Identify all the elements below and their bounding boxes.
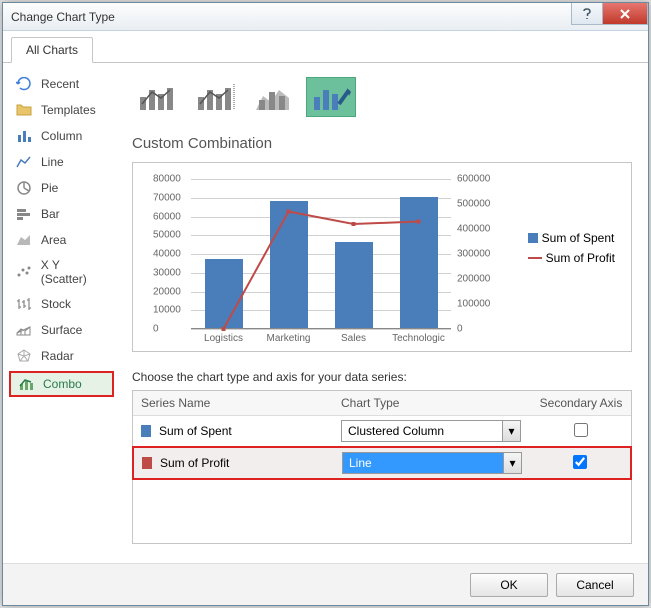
- chart-legend: Sum of Spent Sum of Profit: [528, 231, 615, 271]
- sidebar-item-templates[interactable]: Templates: [5, 97, 118, 123]
- tab-strip: All Charts: [3, 37, 648, 63]
- close-button[interactable]: [602, 3, 648, 25]
- sidebar-item-area[interactable]: Area: [5, 227, 118, 253]
- help-button[interactable]: [571, 3, 603, 25]
- sidebar-item-label: Combo: [43, 377, 82, 391]
- recent-icon: [15, 76, 33, 92]
- sidebar-item-surface[interactable]: Surface: [5, 317, 118, 343]
- close-icon: [619, 8, 631, 20]
- sidebar-item-label: Recent: [41, 77, 79, 91]
- combo-subtype-2[interactable]: [190, 77, 240, 117]
- sidebar-item-pie[interactable]: Pie: [5, 175, 118, 201]
- combo-subtype-1[interactable]: [132, 77, 182, 117]
- dialog-title: Change Chart Type: [11, 10, 572, 24]
- change-chart-type-dialog: Change Chart Type All Charts Recent Temp…: [2, 2, 649, 606]
- help-icon: [582, 8, 592, 20]
- section-title: Custom Combination: [132, 135, 632, 152]
- sidebar-item-label: Pie: [41, 181, 58, 195]
- area-chart-icon: [15, 232, 33, 248]
- chart-type-dropdown[interactable]: Line ▾: [342, 452, 522, 474]
- sidebar-item-label: Templates: [41, 103, 96, 117]
- folder-icon: [15, 102, 33, 118]
- combo-subtype-custom[interactable]: [306, 77, 356, 117]
- sidebar-item-radar[interactable]: Radar: [5, 343, 118, 369]
- scatter-chart-icon: [15, 264, 33, 280]
- legend-item: Sum of Spent: [542, 231, 615, 245]
- series-row-profit[interactable]: Sum of Profit Line ▾: [132, 446, 632, 480]
- secondary-axis-checkbox[interactable]: [574, 423, 588, 437]
- series-swatch-icon: [141, 425, 151, 437]
- secondary-axis-checkbox[interactable]: [573, 455, 587, 469]
- tab-all-charts[interactable]: All Charts: [11, 37, 93, 63]
- series-grid: Series Name Chart Type Secondary Axis Su…: [132, 390, 632, 544]
- sidebar-item-label: X Y (Scatter): [41, 258, 108, 286]
- dropdown-value: Clustered Column: [342, 421, 502, 441]
- combo-subtype-row: [132, 77, 632, 117]
- ok-button[interactable]: OK: [470, 573, 548, 597]
- chevron-down-icon: ▾: [503, 453, 521, 473]
- sidebar-item-label: Bar: [41, 207, 60, 221]
- legend-item: Sum of Profit: [546, 251, 615, 265]
- column-chart-icon: [15, 128, 33, 144]
- pie-chart-icon: [15, 180, 33, 196]
- dialog-footer: OK Cancel: [3, 563, 648, 605]
- sidebar-item-line[interactable]: Line: [5, 149, 118, 175]
- radar-chart-icon: [15, 348, 33, 364]
- col-header-axis: Secondary Axis: [531, 391, 631, 415]
- sidebar-item-label: Line: [41, 155, 64, 169]
- combo-subtype-3[interactable]: [248, 77, 298, 117]
- chart-type-dropdown[interactable]: Clustered Column ▾: [341, 420, 521, 442]
- dropdown-value: Line: [343, 453, 503, 473]
- col-header-type: Chart Type: [333, 391, 531, 415]
- sidebar-item-label: Surface: [41, 323, 82, 337]
- series-row-spent[interactable]: Sum of Spent Clustered Column ▾: [133, 416, 631, 447]
- sidebar-item-label: Area: [41, 233, 66, 247]
- cancel-button[interactable]: Cancel: [556, 573, 634, 597]
- sidebar-item-scatter[interactable]: X Y (Scatter): [5, 253, 118, 291]
- sidebar-item-stock[interactable]: Stock: [5, 291, 118, 317]
- series-instruction: Choose the chart type and axis for your …: [132, 370, 632, 384]
- chart-category-sidebar: Recent Templates Column Line Pie Bar: [3, 63, 120, 563]
- sidebar-item-bar[interactable]: Bar: [5, 201, 118, 227]
- series-swatch-icon: [142, 457, 152, 469]
- sidebar-item-recent[interactable]: Recent: [5, 71, 118, 97]
- line-chart-icon: [15, 154, 33, 170]
- sidebar-item-label: Stock: [41, 297, 71, 311]
- main-panel: Custom Combination Sum of Spent Sum of P…: [120, 63, 648, 563]
- sidebar-item-column[interactable]: Column: [5, 123, 118, 149]
- sidebar-item-label: Column: [41, 129, 82, 143]
- series-name: Sum of Profit: [160, 456, 342, 470]
- bar-chart-icon: [15, 206, 33, 222]
- chevron-down-icon: ▾: [502, 421, 520, 441]
- chart-preview: Sum of Spent Sum of Profit 0100002000030…: [132, 162, 632, 352]
- series-name: Sum of Spent: [159, 424, 341, 438]
- sidebar-item-label: Radar: [41, 349, 74, 363]
- sidebar-item-combo[interactable]: Combo: [9, 371, 114, 397]
- combo-chart-icon: [17, 376, 35, 392]
- col-header-name: Series Name: [133, 391, 333, 415]
- surface-chart-icon: [15, 322, 33, 338]
- titlebar: Change Chart Type: [3, 3, 648, 31]
- stock-chart-icon: [15, 296, 33, 312]
